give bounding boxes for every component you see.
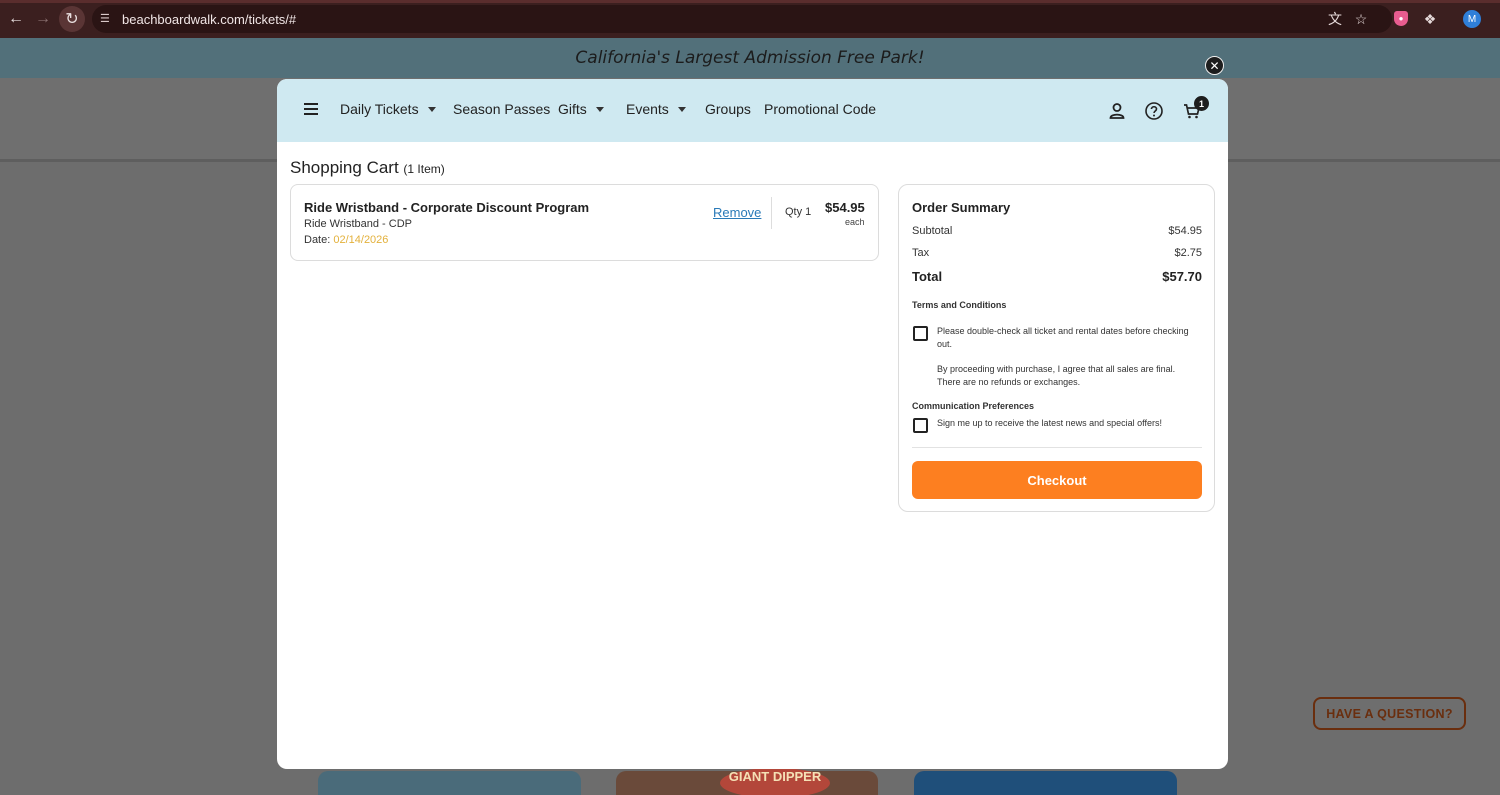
help-icon[interactable]: [1144, 101, 1164, 121]
tax-label: Tax: [912, 247, 930, 259]
back-icon[interactable]: ←: [3, 6, 29, 32]
reload-icon[interactable]: ↻: [59, 6, 85, 32]
extensions-puzzle-icon[interactable]: ❖: [1417, 6, 1443, 32]
nav-season-passes[interactable]: Season Passes: [453, 101, 550, 117]
account-icon[interactable]: [1107, 101, 1127, 121]
translate-icon[interactable]: 文: [1322, 6, 1348, 32]
browser-toolbar: ← → ↻ ☰ beachboardwalk.com/tickets/# 文 ☆…: [0, 0, 1500, 38]
address-bar[interactable]: ☰ beachboardwalk.com/tickets/#: [92, 5, 1392, 33]
terms-checkbox[interactable]: [913, 326, 928, 341]
nav-label: Groups: [705, 101, 751, 117]
subtotal-value: $54.95: [1168, 225, 1202, 237]
divider: [771, 197, 772, 229]
nav-label: Events: [626, 101, 669, 117]
item-quantity: Qty 1: [785, 206, 812, 218]
nav-label: Promotional Code: [764, 101, 877, 117]
item-date: Date: 02/14/2026: [304, 234, 388, 246]
checkout-button[interactable]: Checkout: [912, 461, 1202, 499]
date-value: 02/14/2026: [333, 234, 389, 246]
total-row: Total $57.70: [912, 269, 1202, 284]
modal-navbar: Daily Tickets Season Passes Gifts Events…: [277, 79, 1228, 142]
communication-heading: Communication Preferences: [912, 401, 1035, 411]
giant-dipper-logo: GIANT DIPPER: [720, 768, 830, 795]
cart-item-card: Ride Wristband - Corporate Discount Prog…: [290, 184, 879, 261]
bookmark-star-icon[interactable]: ☆: [1348, 6, 1374, 32]
item-name: Ride Wristband - Corporate Discount Prog…: [304, 200, 590, 215]
background-thumbnail: [318, 771, 581, 795]
date-label: Date:: [304, 234, 334, 246]
nav-daily-tickets[interactable]: Daily Tickets: [340, 101, 436, 117]
shopping-cart-modal: Daily Tickets Season Passes Gifts Events…: [277, 79, 1228, 769]
terms-text-dates: Please double-check all ticket and renta…: [937, 326, 1189, 349]
nav-promotional-code[interactable]: Promotional Code: [764, 101, 876, 117]
order-summary-title: Order Summary: [912, 200, 1011, 215]
site-settings-icon[interactable]: ☰: [100, 12, 114, 26]
subtotal-label: Subtotal: [912, 225, 953, 237]
nav-events[interactable]: Events: [626, 101, 686, 117]
caret-down-icon: [427, 106, 436, 112]
cart-item-count: (1 Item): [403, 162, 445, 176]
caret-down-icon: [677, 106, 686, 112]
item-subtitle: Ride Wristband - CDP: [304, 218, 412, 230]
price-each-label: each: [845, 217, 865, 227]
nav-groups[interactable]: Groups: [705, 101, 751, 117]
profile-avatar[interactable]: M: [1463, 10, 1481, 28]
page-title: Shopping Cart (1 Item): [290, 158, 445, 178]
tax-row: Tax $2.75: [912, 247, 1202, 259]
nav-gifts[interactable]: Gifts: [558, 101, 604, 117]
terms-heading: Terms and Conditions: [912, 300, 1007, 310]
terms-text-final-sale: By proceeding with purchase, I agree tha…: [937, 364, 1176, 387]
tax-value: $2.75: [1174, 247, 1202, 259]
background-thumbnail: [914, 771, 1177, 795]
nav-label: Gifts: [558, 101, 587, 117]
newsletter-text: Sign me up to receive the latest news an…: [937, 418, 1162, 428]
remove-link[interactable]: Remove: [713, 205, 761, 220]
caret-down-icon: [595, 106, 604, 112]
order-summary-panel: Order Summary Subtotal $54.95 Tax $2.75 …: [898, 184, 1215, 512]
url-text: beachboardwalk.com/tickets/#: [122, 11, 297, 27]
hamburger-menu-icon[interactable]: [304, 103, 318, 115]
extension-shield-icon[interactable]: ●: [1394, 11, 1408, 26]
total-label: Total: [912, 269, 943, 284]
nav-label: Daily Tickets: [340, 101, 419, 117]
divider: [912, 447, 1202, 448]
cart-title-text: Shopping Cart: [290, 158, 399, 177]
nav-label: Season Passes: [453, 101, 551, 117]
have-a-question-button[interactable]: HAVE A QUESTION?: [1313, 697, 1466, 730]
item-price: $54.95: [825, 200, 865, 215]
close-modal-icon[interactable]: ✕: [1205, 56, 1224, 75]
banner-text: California's Largest Admission Free Park…: [575, 48, 925, 68]
newsletter-checkbox[interactable]: [913, 418, 928, 433]
cart-count-badge: 1: [1194, 96, 1209, 111]
subtotal-row: Subtotal $54.95: [912, 225, 1202, 237]
forward-icon[interactable]: →: [30, 6, 56, 32]
total-value: $57.70: [1162, 269, 1202, 284]
tab-strip-edge: [0, 0, 1500, 3]
site-banner: California's Largest Admission Free Park…: [0, 38, 1500, 78]
